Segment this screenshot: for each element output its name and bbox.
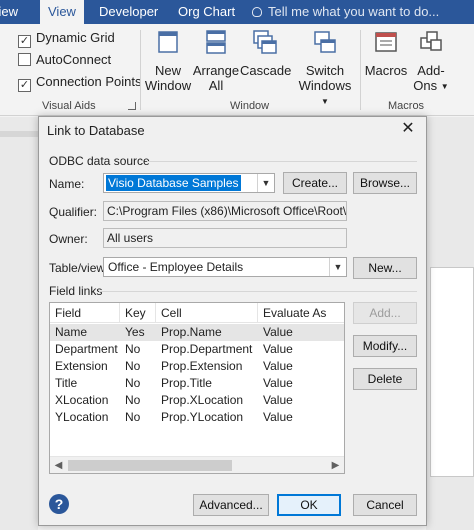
group-label-visual-aids: Visual Aids — [42, 100, 96, 112]
scrollbar-thumb[interactable] — [68, 460, 232, 471]
browse-button[interactable]: Browse... — [353, 172, 417, 194]
name-label: Name: — [49, 177, 85, 191]
table-view-value: Office - Employee Details — [108, 260, 244, 274]
table-row[interactable]: Title No Prop.Title Value — [50, 375, 344, 392]
dialog-title: Link to Database — [47, 123, 145, 138]
chevron-down-icon: ▼ — [440, 82, 449, 91]
switch-windows-icon — [314, 31, 336, 53]
odbc-section-label: ODBC data source — [49, 154, 150, 168]
column-header-cell[interactable]: Cell — [156, 303, 258, 323]
lightbulb-icon — [252, 7, 262, 17]
advanced-button[interactable]: Advanced... — [193, 494, 269, 516]
ribbon: ✓ Dynamic Grid AutoConnect ✓ Connection Po… — [0, 24, 474, 116]
chevron-down-icon[interactable]: ▼ — [329, 258, 346, 276]
checkbox-icon[interactable]: ✓ — [18, 79, 31, 92]
modify-button[interactable]: Modify... — [353, 335, 417, 357]
table-row[interactable]: Name Yes Prop.Name Value — [50, 324, 344, 341]
name-value: Visio Database Samples — [106, 175, 241, 191]
horizontal-scrollbar[interactable]: ◀ ▶ — [50, 456, 344, 473]
link-to-database-dialog: Link to Database ✕ ODBC data source Name… — [38, 116, 427, 526]
close-icon[interactable]: ✕ — [400, 121, 416, 137]
checkbox-icon[interactable]: ✓ — [18, 35, 31, 48]
table-row[interactable]: Extension No Prop.Extension Value — [50, 358, 344, 375]
add-button[interactable]: Add... — [353, 302, 417, 324]
chevron-down-icon: ▼ — [321, 97, 329, 106]
owner-field[interactable]: All users — [103, 228, 347, 248]
add-ons-icon — [420, 31, 442, 51]
tab-org-chart[interactable]: Org Chart — [170, 0, 243, 24]
chevron-down-icon[interactable]: ▼ — [257, 174, 274, 192]
scroll-left-icon[interactable]: ◀ — [50, 457, 67, 473]
tab-developer[interactable]: Developer — [91, 0, 166, 24]
tell-me-text: Tell me what you want to do... — [268, 4, 440, 19]
new-window-button[interactable]: New Window — [144, 28, 192, 93]
field-links-section-label: Field links — [49, 284, 103, 298]
checkbox-dynamic-grid[interactable]: ✓ Dynamic Grid — [18, 28, 115, 48]
tab-view[interactable]: View — [40, 0, 84, 24]
ok-button[interactable]: OK — [277, 494, 341, 516]
checkbox-connection-points[interactable]: ✓ Connection Points — [18, 72, 142, 92]
field-links-list[interactable]: Field Key Cell Evaluate As Name Yes Prop… — [49, 302, 345, 474]
table-view-label: Table/view: — [49, 261, 109, 275]
cancel-button[interactable]: Cancel — [353, 494, 417, 516]
dialog-launcher-icon[interactable] — [128, 102, 136, 110]
group-label-macros: Macros — [388, 100, 425, 112]
tell-me-box[interactable]: Tell me what you want to do... — [252, 0, 439, 24]
checkbox-autoconnect[interactable]: AutoConnect — [18, 50, 111, 70]
arrange-all-button[interactable]: Arrange All — [192, 28, 240, 93]
drawing-page — [430, 267, 474, 477]
column-header-evaluate-as[interactable]: Evaluate As — [258, 303, 344, 323]
qualifier-label: Qualifier: — [49, 205, 98, 219]
table-row[interactable]: YLocation No Prop.YLocation Value — [50, 409, 344, 426]
list-header: Field Key Cell Evaluate As — [50, 303, 344, 323]
add-ons-button[interactable]: Add- Ons ▼ — [410, 28, 452, 94]
qualifier-field[interactable]: C:\Program Files (x86)\Microsoft Office\… — [103, 201, 347, 221]
cascade-button[interactable]: Cascade — [240, 28, 291, 78]
owner-label: Owner: — [49, 232, 88, 246]
table-row[interactable]: XLocation No Prop.XLocation Value — [50, 392, 344, 409]
table-row[interactable]: Department No Prop.Department Value — [50, 341, 344, 358]
ribbon-tab-bar: view View Developer Org Chart Tell me wh… — [0, 0, 474, 24]
cascade-icon — [253, 30, 277, 54]
macros-icon — [375, 32, 397, 52]
macros-button[interactable]: Macros — [362, 28, 410, 78]
group-label-window: Window — [230, 100, 270, 112]
create-button[interactable]: Create... — [283, 172, 347, 194]
tab-view-partial[interactable]: view — [0, 0, 26, 24]
arrange-all-icon — [206, 30, 226, 54]
name-combobox[interactable]: Visio Database Samples ▼ — [103, 173, 275, 193]
scroll-right-icon[interactable]: ▶ — [327, 457, 344, 473]
new-button[interactable]: New... — [353, 257, 417, 279]
column-header-key[interactable]: Key — [120, 303, 156, 323]
delete-button[interactable]: Delete — [353, 368, 417, 390]
document-area-left — [0, 117, 38, 530]
new-window-icon — [158, 31, 178, 53]
table-view-combobox[interactable]: Office - Employee Details ▼ — [103, 257, 347, 277]
column-header-field[interactable]: Field — [50, 303, 120, 323]
checkbox-icon[interactable] — [18, 53, 31, 66]
help-icon[interactable]: ? — [49, 494, 69, 514]
document-area-right — [426, 117, 474, 530]
switch-windows-button[interactable]: Switch Windows ▼ — [294, 28, 356, 109]
